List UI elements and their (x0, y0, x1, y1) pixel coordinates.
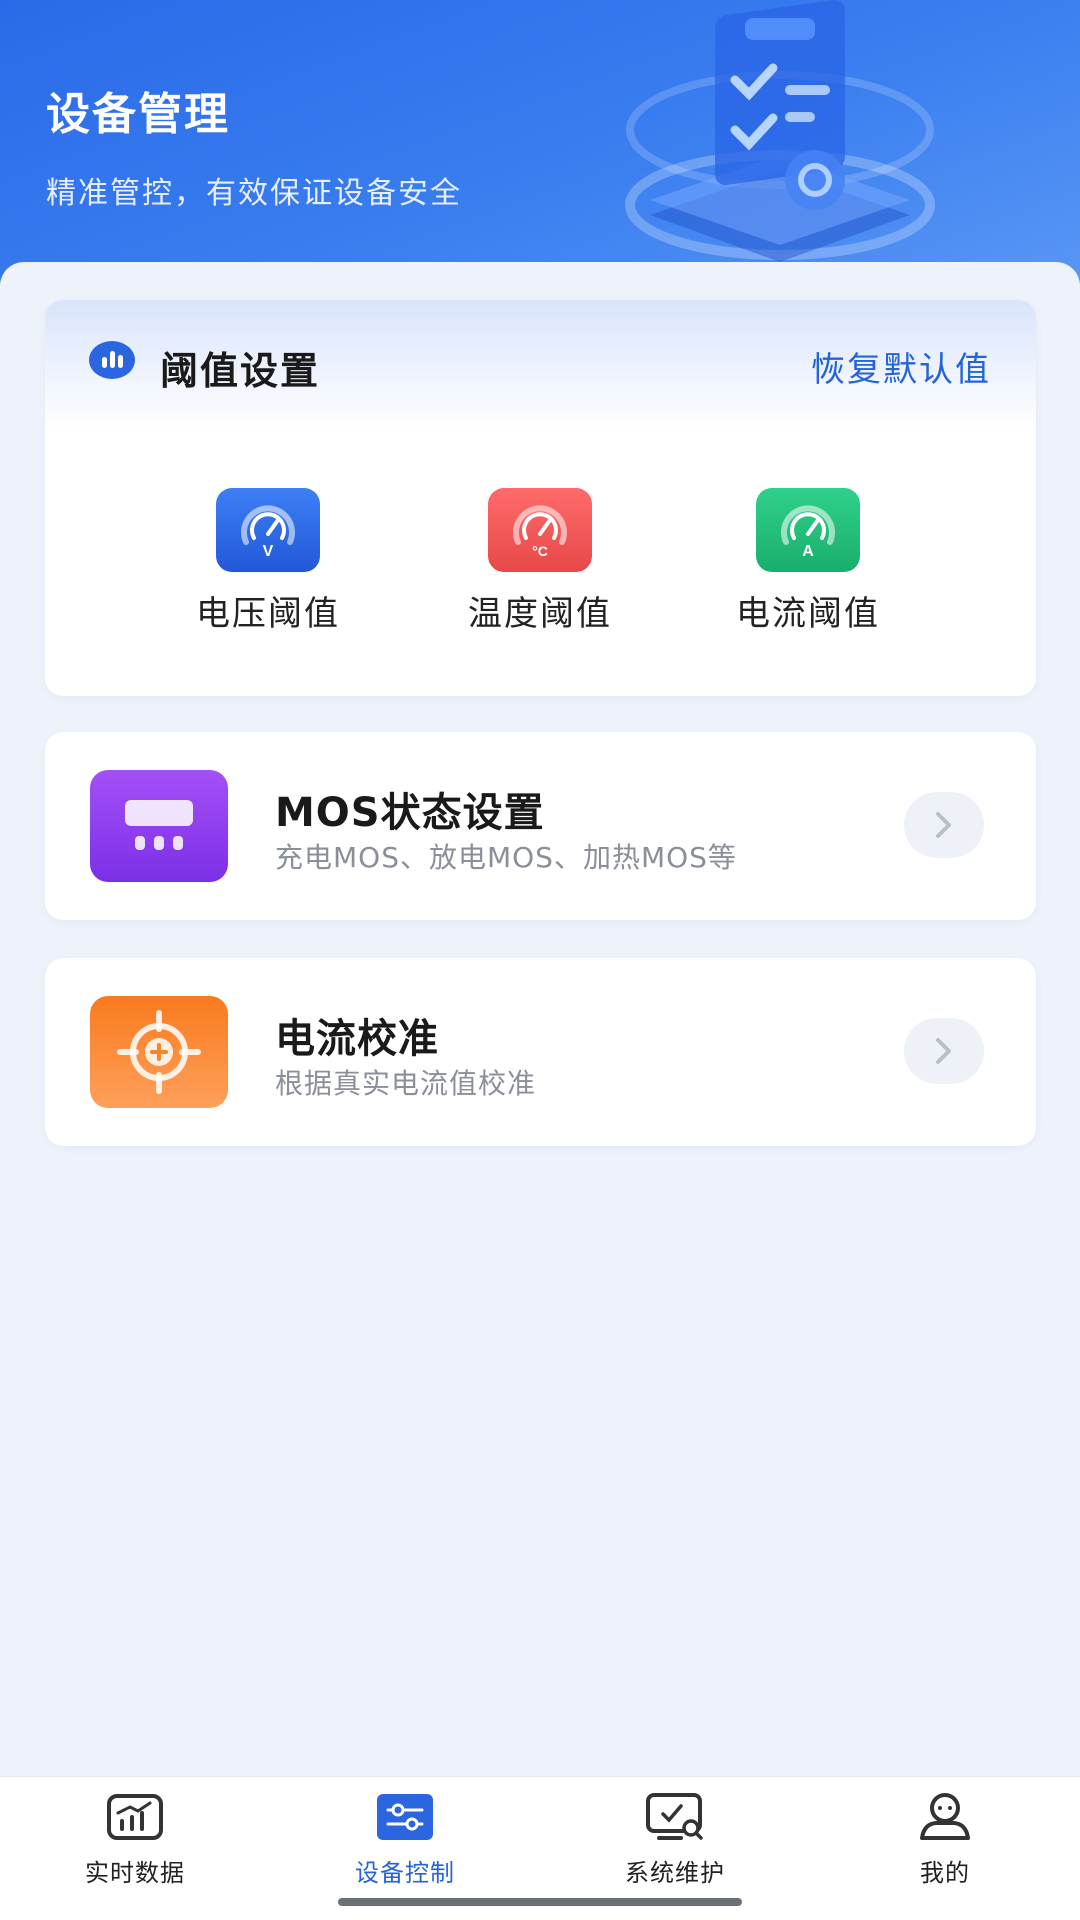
threshold-title: 阈值设置 (160, 349, 321, 393)
restore-defaults-button[interactable]: 恢复默认值 (811, 342, 991, 391)
voltage-threshold-item[interactable]: V 电压阈值 (168, 488, 368, 638)
temperature-gauge-icon: °C (488, 488, 592, 572)
threshold-settings-card: 阈值设置 恢复默认值 V 电压阈值 °C 温度阈值 A 电流阈值 (45, 300, 1036, 696)
mos-switch-icon (90, 770, 228, 882)
chart-icon (105, 1791, 165, 1843)
tab-system-maintenance[interactable]: 系统维护 (575, 1791, 775, 1888)
current-threshold-label: 电流阈值 (736, 594, 880, 634)
calibration-subtitle: 根据真实电流值校准 (275, 1067, 537, 1100)
svg-text:A: A (802, 543, 814, 558)
voltage-gauge-icon: V (216, 488, 320, 572)
monitor-search-icon (645, 1791, 705, 1843)
mos-subtitle: 充电MOS、放电MOS、加热MOS等 (275, 841, 737, 874)
voltage-threshold-label: 电压阈值 (196, 594, 340, 634)
sliders-icon (375, 1791, 435, 1843)
user-icon (915, 1791, 975, 1843)
mos-title: MOS状态设置 (275, 790, 545, 836)
bar-chart-icon (89, 341, 135, 379)
tab-label: 我的 (920, 1859, 970, 1887)
svg-text:°C: °C (532, 543, 548, 558)
svg-text:V: V (263, 543, 274, 558)
current-threshold-item[interactable]: A 电流阈值 (708, 488, 908, 638)
tab-label: 设备控制 (355, 1859, 455, 1887)
tab-device-control[interactable]: 设备控制 (305, 1791, 505, 1888)
content-area: 阈值设置 恢复默认值 V 电压阈值 °C 温度阈值 A 电流阈值 MOS状态设置… (0, 262, 1080, 1778)
tab-label: 系统维护 (625, 1859, 725, 1887)
chevron-right-icon[interactable] (904, 792, 984, 858)
header-banner: 设备管理 精准管控，有效保证设备安全 (0, 0, 1080, 300)
current-calibration-card[interactable]: 电流校准 根据真实电流值校准 (45, 958, 1036, 1146)
temperature-threshold-item[interactable]: °C 温度阈值 (440, 488, 640, 638)
calibration-title: 电流校准 (275, 1016, 439, 1062)
page-title: 设备管理 (46, 89, 230, 140)
mos-status-settings-card[interactable]: MOS状态设置 充电MOS、放电MOS、加热MOS等 (45, 732, 1036, 920)
home-indicator (338, 1898, 742, 1906)
tab-realtime-data[interactable]: 实时数据 (35, 1791, 235, 1888)
temperature-threshold-label: 温度阈值 (468, 594, 612, 634)
tab-mine[interactable]: 我的 (845, 1791, 1045, 1888)
clipboard-illustration-icon (625, 0, 935, 262)
chevron-right-icon[interactable] (904, 1018, 984, 1084)
crosshair-target-icon (90, 996, 228, 1108)
page-subtitle: 精准管控，有效保证设备安全 (46, 176, 462, 211)
current-gauge-icon: A (756, 488, 860, 572)
tab-label: 实时数据 (85, 1859, 185, 1887)
